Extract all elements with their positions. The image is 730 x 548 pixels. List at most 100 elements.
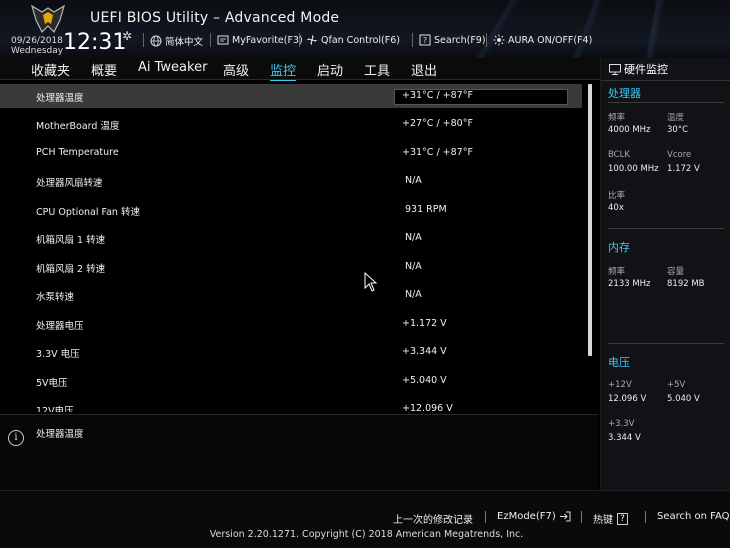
row-label: 机箱风扇 2 转速 (36, 264, 106, 275)
info-icon: i (8, 430, 24, 446)
qfan-control-label: Qfan Control(F6) (321, 34, 400, 46)
list-item-cpu-fan-speed[interactable]: 处理器风扇转速 N/A (0, 169, 582, 193)
list-scrollbar[interactable] (588, 84, 592, 356)
ezmode-button[interactable]: EzMode(F7) (497, 511, 571, 522)
hardware-monitor-title-text: 硬件监控 (624, 63, 668, 76)
hardware-monitor-panel: 硬件监控 处理器 频率 温度 4000 MHz 30°C BCLK Vcore … (600, 58, 730, 490)
row-label: 水泵转速 (36, 292, 75, 303)
tab-exit[interactable]: 退出 (411, 60, 437, 79)
header-separator (299, 33, 300, 47)
ezmode-label: EzMode(F7) (497, 511, 556, 522)
help-key-icon: ? (617, 512, 628, 525)
mouse-pointer-icon (364, 272, 378, 292)
row-value: 931 RPM (405, 204, 447, 215)
header-separator (412, 33, 413, 47)
voltage-section-title: 电压 (608, 356, 630, 369)
footer-separator (485, 511, 486, 523)
row-value: +5.040 V (402, 375, 447, 386)
tab-main[interactable]: 概要 (91, 60, 117, 79)
list-item-pump-speed[interactable]: 水泵转速 N/A (0, 283, 582, 307)
main-menu-bar: 收藏夹 概要 Ai Tweaker 高级 监控 启动 工具 退出 (0, 58, 600, 81)
app-title: UEFI BIOS Utility – Advanced Mode (90, 10, 340, 26)
help-text: 处理器温度 (36, 429, 84, 440)
search-icon: ? (419, 34, 431, 46)
tab-boot[interactable]: 启动 (317, 60, 343, 79)
header-separator (486, 33, 487, 47)
row-value: +1.172 V (402, 318, 447, 329)
v5-label: +5V (667, 380, 686, 390)
tab-monitor[interactable]: 监控 (270, 60, 297, 81)
list-item-5v-voltage[interactable]: 5V电压 +5.040 V (0, 369, 582, 393)
row-value: N/A (405, 289, 422, 300)
memory-section-title: 内存 (608, 241, 630, 254)
search-button[interactable]: ? Search(F9) (419, 34, 486, 46)
row-value: +12.096 V (402, 403, 453, 412)
row-label: MotherBoard 温度 (36, 121, 120, 132)
help-panel: i 处理器温度 (0, 414, 598, 490)
tuf-logo-icon (31, 4, 65, 34)
fan-icon (307, 35, 317, 45)
row-label: CPU Optional Fan 转速 (36, 207, 140, 218)
footer-separator (581, 511, 582, 523)
row-value: +31°C / +87°F (402, 147, 473, 158)
list-item-12v-voltage[interactable]: 12V电压 +12.096 V (0, 397, 582, 412)
row-value: +3.344 V (402, 346, 447, 357)
footer-separator (645, 511, 646, 523)
header-decoration (400, 0, 730, 58)
globe-icon (150, 35, 162, 47)
cpu-temperature-value: 30°C (667, 125, 689, 135)
memory-capacity-value: 8192 MB (667, 279, 705, 289)
hotkeys-button[interactable]: 热键 ? (593, 511, 628, 526)
row-label: 处理器温度 (36, 93, 84, 104)
list-item-cpu-temperature[interactable]: 处理器温度 +31°C / +87°F (0, 84, 582, 108)
tab-tool[interactable]: 工具 (364, 60, 390, 79)
aura-toggle-label: AURA ON/OFF(F4) (508, 34, 593, 46)
cpu-frequency-label: 频率 (608, 113, 626, 123)
row-label: PCH Temperature (36, 147, 119, 158)
row-label: 5V电压 (36, 378, 68, 389)
list-item-motherboard-temperature[interactable]: MotherBoard 温度 +27°C / +80°F (0, 112, 582, 136)
row-label: 处理器电压 (36, 321, 84, 332)
v12-label: +12V (608, 380, 632, 390)
list-item-3v3-voltage[interactable]: 3.3V 电压 +3.344 V (0, 340, 582, 364)
last-modified-button[interactable]: 上一次的修改记录 (393, 511, 473, 526)
svg-text:?: ? (423, 36, 427, 45)
v33-label: +3.3V (608, 419, 635, 429)
tab-ai-tweaker[interactable]: Ai Tweaker (138, 60, 207, 75)
tab-favorites[interactable]: 收藏夹 (31, 60, 70, 79)
search-faq-button[interactable]: Search on FAQ (657, 511, 730, 522)
weekday-text: Wednesday (11, 46, 64, 56)
v33-value: 3.344 V (608, 433, 641, 443)
row-label: 12V电压 (36, 406, 74, 412)
copyright-text: Version 2.20.1271. Copyright (C) 2018 Am… (0, 529, 730, 540)
row-value: N/A (405, 261, 422, 272)
language-button[interactable]: 简体中文 (150, 34, 203, 48)
favorite-icon (217, 35, 229, 45)
cpu-section-title: 处理器 (608, 87, 641, 100)
list-item-cpu-voltage[interactable]: 处理器电压 +1.172 V (0, 312, 582, 336)
header-separator (143, 33, 144, 47)
cpu-temperature-label: 温度 (667, 113, 685, 123)
qfan-control-button[interactable]: Qfan Control(F6) (306, 34, 400, 46)
row-value: +31°C / +87°F (402, 90, 473, 101)
divider (608, 343, 724, 344)
cpu-frequency-value: 4000 MHz (608, 125, 651, 135)
list-item-cpu-optional-fan-speed[interactable]: CPU Optional Fan 转速 931 RPM (0, 198, 582, 222)
row-label: 3.3V 电压 (36, 349, 80, 360)
tab-advanced[interactable]: 高级 (223, 60, 249, 79)
clock-settings-icon[interactable]: ✲ (122, 29, 132, 43)
clock-time: 12:31 (63, 30, 127, 55)
myfavorite-button[interactable]: MyFavorite(F3) (217, 34, 303, 46)
list-item-pch-temperature[interactable]: PCH Temperature +31°C / +87°F (0, 141, 582, 165)
language-label: 简体中文 (165, 37, 204, 48)
list-item-chassis-fan-1-speed[interactable]: 机箱风扇 1 转速 N/A (0, 226, 582, 250)
date-display: 09/26/2018 Wednesday (11, 36, 63, 56)
list-item-chassis-fan-2-speed[interactable]: 机箱风扇 2 转速 N/A (0, 255, 582, 279)
row-label: 机箱风扇 1 转速 (36, 235, 106, 246)
aura-toggle-button[interactable]: AURA ON/OFF(F4) (493, 34, 592, 46)
myfavorite-label: MyFavorite(F3) (232, 34, 303, 46)
divider (608, 228, 724, 229)
monitor-list: 处理器温度 +31°C / +87°F MotherBoard 温度 +27°C… (0, 82, 598, 412)
bclk-value: 100.00 MHz (608, 164, 659, 174)
header-separator (210, 33, 211, 47)
